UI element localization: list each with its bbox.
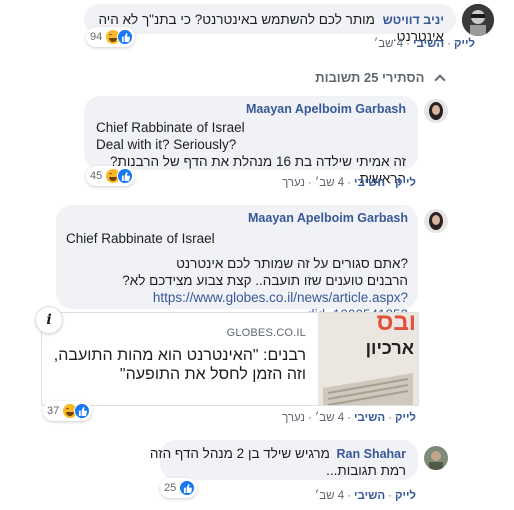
reply-bubble-1: Maayan Apelboim Garbash Chief Rabbinate …: [84, 96, 418, 186]
reaction-summary-top[interactable]: 94: [86, 27, 136, 47]
reaction-summary-2[interactable]: 37: [43, 401, 93, 421]
like-action[interactable]: לייק: [454, 38, 475, 50]
info-icon[interactable]: i: [35, 306, 63, 334]
reply-action[interactable]: השיבי: [354, 490, 385, 502]
reaction-count: 37: [47, 405, 60, 417]
preview-title: רבנים: "האינטרנט הוא מהות התועבה, וזה הז…: [53, 347, 306, 383]
reaction-count: 94: [90, 31, 103, 43]
like-action[interactable]: לייק: [395, 412, 416, 424]
reply-author[interactable]: Ran Shahar: [337, 447, 406, 461]
timestamp[interactable]: 4 שב׳: [374, 38, 403, 50]
comment-actions-top: לייק·השיבי·4 שב׳: [373, 38, 475, 50]
reaction-summary-1[interactable]: 45: [86, 166, 136, 186]
edited-label[interactable]: נערך: [282, 412, 305, 424]
reply-actions-3: לייק·השיבי·4 שב׳: [314, 490, 416, 502]
chevron-up-icon: [434, 74, 446, 86]
timestamp[interactable]: 4 שב׳: [315, 490, 344, 502]
like-icon: [179, 480, 196, 496]
timestamp[interactable]: 4 שב׳: [315, 412, 344, 424]
avatar-maayan[interactable]: [424, 99, 448, 123]
reply-text-line: Deal with it? Seriously?: [96, 137, 237, 152]
reply-action[interactable]: השיבי: [354, 177, 385, 189]
link-preview-card[interactable]: ובס ארכיון GLOBES.CO.IL רבנים: "האינטרנט…: [41, 312, 419, 406]
reply-bubble-2: Maayan Apelboim Garbash Chief Rabbinate …: [56, 205, 418, 322]
like-icon: [74, 403, 91, 419]
hide-replies-label: הסתירי 25 תשובות: [315, 70, 425, 85]
reaction-count: 25: [164, 482, 177, 494]
reply-text-line: רמת תגובות...: [326, 463, 406, 478]
like-action[interactable]: לייק: [395, 490, 416, 502]
reply-author[interactable]: Maayan Apelboim Garbash: [96, 102, 406, 116]
like-action[interactable]: לייק: [395, 177, 416, 189]
edited-label[interactable]: נערך: [282, 177, 305, 189]
preview-thumbnail: ובס ארכיון: [318, 312, 418, 405]
reply-actions-1: לייק·השיבי·4 שב׳·נערך: [282, 177, 416, 189]
reaction-count: 45: [90, 170, 103, 182]
hide-replies-link[interactable]: הסתירי 25 תשובות: [315, 70, 446, 86]
reply-author[interactable]: Maayan Apelboim Garbash: [66, 211, 408, 225]
preview-domain: GLOBES.CO.IL: [226, 327, 306, 339]
comment-author[interactable]: יניב דוויטש: [383, 13, 444, 27]
reply-text-line: מרגיש שילד בן 2 מנהל הדף הזה: [149, 446, 330, 461]
reply-actions-2: לייק·השיבי·4 שב׳·נערך: [282, 412, 416, 424]
reply-action[interactable]: השיבי: [413, 38, 444, 50]
reply-text-line: הרבנים טוענים שזו תועבה.. קצת צבוע מצידכ…: [122, 273, 408, 288]
reply-text-line: Chief Rabbinate of Israel: [96, 120, 245, 135]
timestamp[interactable]: 4 שב׳: [315, 177, 344, 189]
reply-action[interactable]: השיבי: [354, 412, 385, 424]
avatar-yaniv[interactable]: [462, 4, 494, 36]
thumb-subtitle: ארכיון: [365, 338, 414, 358]
comment-bubble-top: יניב דוויטש מותר לכם להשתמש באינטרנט? כי…: [84, 4, 456, 44]
reaction-summary-3[interactable]: 25: [160, 478, 198, 498]
avatar-maayan[interactable]: [424, 209, 448, 233]
reply-text-line: ?אתם סגורים על זה שמותר לכם אינטרנט: [176, 256, 408, 271]
like-icon: [117, 29, 134, 45]
reply-bubble-3: Ran Shahar מרגיש שילד בן 2 מנהל הדף הזה …: [150, 440, 418, 480]
like-icon: [117, 168, 134, 184]
reply-text-line: Chief Rabbinate of Israel: [66, 231, 215, 246]
thumb-title: ובס: [376, 312, 416, 336]
avatar-ran[interactable]: [424, 446, 448, 470]
